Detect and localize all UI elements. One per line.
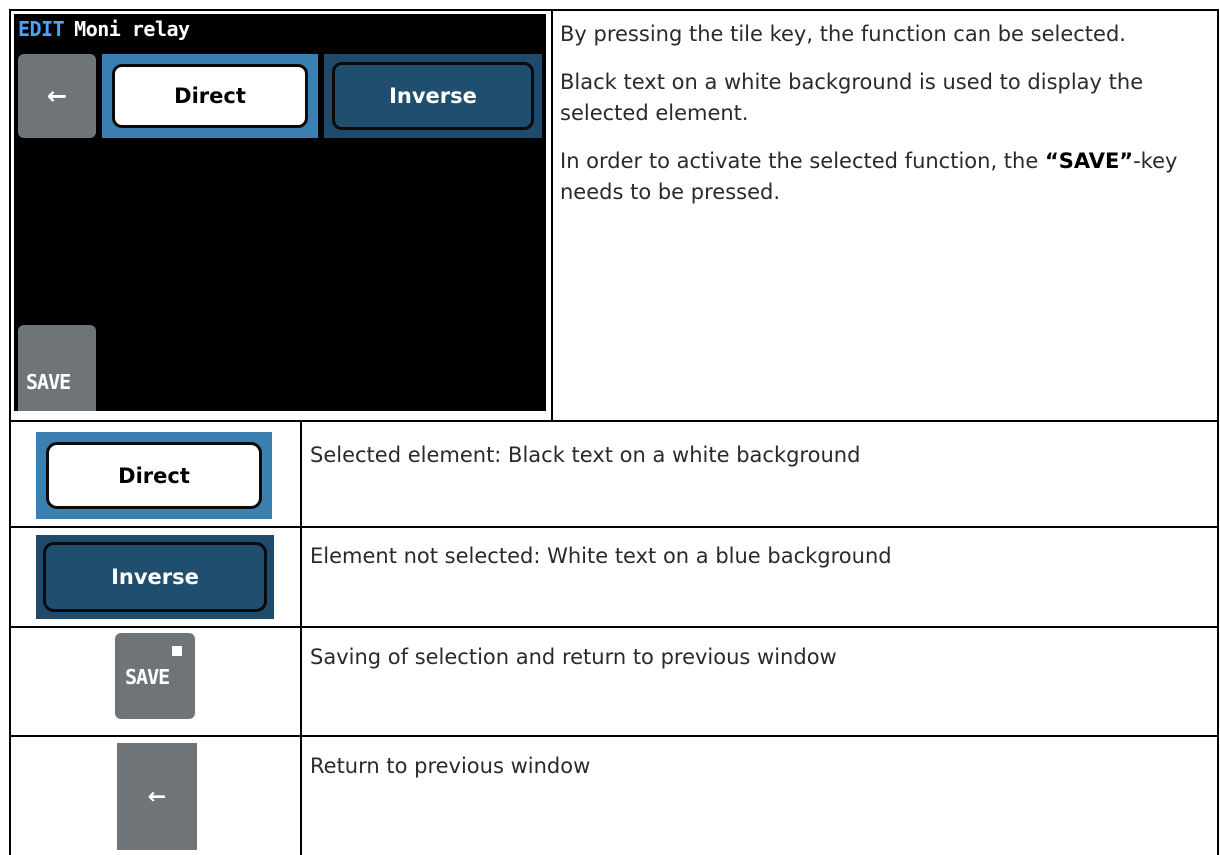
- back-arrow-icon: ←: [147, 784, 167, 809]
- back-arrow-icon: ←: [46, 82, 68, 110]
- legend-unselected-text: Element not selected: White text on a bl…: [310, 544, 892, 568]
- table-border-left: [9, 9, 11, 855]
- option-inverse-label: Inverse: [332, 62, 534, 130]
- description-text: In order to activate the selected functi…: [560, 149, 1045, 173]
- option-direct-label: Direct: [112, 64, 308, 128]
- mode-label: EDIT: [18, 17, 65, 41]
- table-rule: [9, 420, 1219, 422]
- device-screen: EDIT Moni relay ← Direct Inverse SAVE: [14, 14, 546, 411]
- table-rule: [9, 626, 1219, 628]
- legend-unselected-tile: Inverse: [36, 535, 274, 619]
- save-button[interactable]: SAVE: [18, 325, 96, 411]
- description-paragraph: By pressing the tile key, the function c…: [560, 22, 1126, 46]
- legend-back-tile: ←: [117, 743, 197, 850]
- option-direct-button[interactable]: Direct: [102, 54, 318, 138]
- table-divider-legend: [300, 420, 302, 855]
- legend-save-tile: SAVE: [115, 633, 195, 719]
- description: By pressing the tile key, the function c…: [560, 19, 1210, 225]
- legend-selected-tile: Direct: [36, 432, 272, 519]
- save-key-reference: “SAVE”: [1044, 149, 1134, 173]
- table-border-top: [9, 9, 1219, 11]
- table-border-right: [1217, 9, 1219, 855]
- description-paragraph: Black text on a white background is used…: [560, 70, 1144, 125]
- table-rule: [9, 735, 1219, 737]
- description-paragraph: In order to activate the selected functi…: [560, 146, 1210, 208]
- screen-title: Moni relay: [74, 17, 190, 41]
- legend-save-tile-label: SAVE: [125, 665, 170, 689]
- table-divider-top: [551, 9, 553, 421]
- legend-unselected-tile-label: Inverse: [43, 542, 267, 612]
- legend-selected-tile-label: Direct: [46, 442, 262, 509]
- legend-back-text: Return to previous window: [310, 754, 591, 778]
- table-rule: [9, 526, 1219, 528]
- legend-save-text: Saving of selection and return to previo…: [310, 645, 837, 669]
- legend-selected-text: Selected element: Black text on a white …: [310, 443, 861, 467]
- back-button[interactable]: ←: [18, 54, 96, 138]
- screen-header: EDIT Moni relay: [18, 17, 190, 41]
- save-indicator-icon: [172, 646, 182, 656]
- save-button-label: SAVE: [26, 370, 71, 394]
- option-inverse-button[interactable]: Inverse: [324, 54, 542, 138]
